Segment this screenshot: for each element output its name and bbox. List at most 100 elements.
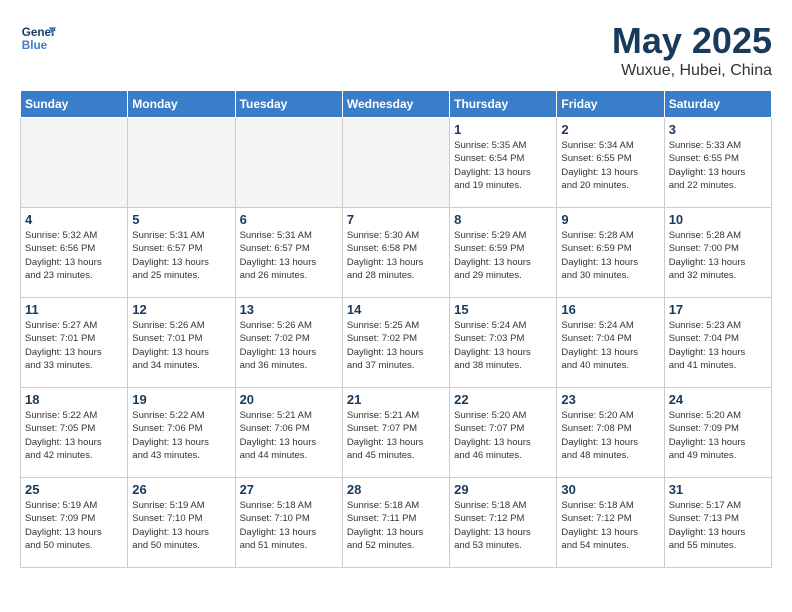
day-number: 31 [669,482,767,497]
day-info: Sunrise: 5:28 AM Sunset: 7:00 PM Dayligh… [669,229,767,282]
logo-icon: General Blue [20,20,56,56]
calendar-cell: 19Sunrise: 5:22 AM Sunset: 7:06 PM Dayli… [128,388,235,478]
calendar-cell: 18 Sunrise: 5:22 AM Sunset: 7:05 PM Dayli… [21,388,128,478]
day-info: Sunrise: 5:21 AM Sunset: 7:07 PM Dayligh… [347,409,445,462]
calendar-cell: 16 Sunrise: 5:24 AM Sunset: 7:04 PM Dayli… [557,298,664,388]
day-info: Sunrise: 5:24 AM Sunset: 7:03 PM Dayligh… [454,319,552,372]
day-number: 29 [454,482,552,497]
logo: General Blue [20,20,56,56]
header-row: SundayMondayTuesdayWednesdayThursdayFrid… [21,91,772,118]
calendar-cell: 30 Sunrise: 5:18 AM Sunset: 7:12 PM Dayli… [557,478,664,568]
day-info: Sunrise: 5:18 AM Sunset: 7:10 PM Dayligh… [240,499,338,552]
day-info: Sunrise: 5:28 AM Sunset: 6:59 PM Dayligh… [561,229,659,282]
day-number: 20 [240,392,338,407]
day-info: Sunrise: 5:25 AM Sunset: 7:02 PM Dayligh… [347,319,445,372]
calendar-cell [235,118,342,208]
calendar-cell [342,118,449,208]
day-number: 7 [347,212,445,227]
calendar-cell [128,118,235,208]
day-info: Sunrise: 5:18 AM Sunset: 7:12 PM Dayligh… [454,499,552,552]
day-number: 21 [347,392,445,407]
title-section: May 2025 Wuxue, Hubei, China [612,20,772,80]
day-number: 4 [25,212,123,227]
day-info: Sunrise: 5:23 AM Sunset: 7:04 PM Dayligh… [669,319,767,372]
day-number: 17 [669,302,767,317]
calendar-cell: 25 Sunrise: 5:19 AM Sunset: 7:09 PM Dayli… [21,478,128,568]
day-number: 23 [561,392,659,407]
calendar-cell: 27 Sunrise: 5:18 AM Sunset: 7:10 PM Dayli… [235,478,342,568]
day-info: Sunrise: 5:32 AM Sunset: 6:56 PM Dayligh… [25,229,123,282]
location-title: Wuxue, Hubei, China [612,62,772,80]
day-number: 9 [561,212,659,227]
day-info: Sunrise: 5:20 AM Sunset: 7:09 PM Dayligh… [669,409,767,462]
day-info: Sunrise: 5:18 AM Sunset: 7:12 PM Dayligh… [561,499,659,552]
day-number: 25 [25,482,123,497]
calendar-cell: 6 Sunrise: 5:31 AM Sunset: 6:57 PM Daylig… [235,208,342,298]
svg-text:Blue: Blue [22,39,48,52]
day-info: Sunrise: 5:29 AM Sunset: 6:59 PM Dayligh… [454,229,552,282]
day-info: Sunrise: 5:21 AM Sunset: 7:06 PM Dayligh… [240,409,338,462]
day-number: 8 [454,212,552,227]
calendar-cell: 15Sunrise: 5:24 AM Sunset: 7:03 PM Dayli… [450,298,557,388]
calendar-cell: 12 Sunrise: 5:26 AM Sunset: 7:01 PM Dayli… [128,298,235,388]
day-info: Sunrise: 5:22 AM Sunset: 7:06 PM Dayligh… [132,409,230,462]
day-number: 16 [561,302,659,317]
day-header-friday: Friday [557,91,664,118]
calendar-cell: 8 Sunrise: 5:29 AM Sunset: 6:59 PM Daylig… [450,208,557,298]
calendar-cell: 22 Sunrise: 5:20 AM Sunset: 7:07 PM Dayli… [450,388,557,478]
calendar-cell: 10Sunrise: 5:28 AM Sunset: 7:00 PM Dayli… [664,208,771,298]
day-header-thursday: Thursday [450,91,557,118]
day-header-wednesday: Wednesday [342,91,449,118]
calendar-cell: 7Sunrise: 5:30 AM Sunset: 6:58 PM Daylig… [342,208,449,298]
day-info: Sunrise: 5:20 AM Sunset: 7:08 PM Dayligh… [561,409,659,462]
calendar-cell: 13Sunrise: 5:26 AM Sunset: 7:02 PM Dayli… [235,298,342,388]
day-info: Sunrise: 5:27 AM Sunset: 7:01 PM Dayligh… [25,319,123,372]
day-info: Sunrise: 5:31 AM Sunset: 6:57 PM Dayligh… [240,229,338,282]
week-row-1: 1Sunrise: 5:35 AM Sunset: 6:54 PM Daylig… [21,118,772,208]
calendar-cell: 21 Sunrise: 5:21 AM Sunset: 7:07 PM Dayli… [342,388,449,478]
day-info: Sunrise: 5:34 AM Sunset: 6:55 PM Dayligh… [561,139,659,192]
day-number: 12 [132,302,230,317]
calendar-cell: 23 Sunrise: 5:20 AM Sunset: 7:08 PM Dayli… [557,388,664,478]
day-info: Sunrise: 5:18 AM Sunset: 7:11 PM Dayligh… [347,499,445,552]
day-number: 3 [669,122,767,137]
week-row-5: 25 Sunrise: 5:19 AM Sunset: 7:09 PM Dayli… [21,478,772,568]
day-info: Sunrise: 5:20 AM Sunset: 7:07 PM Dayligh… [454,409,552,462]
day-number: 26 [132,482,230,497]
day-info: Sunrise: 5:19 AM Sunset: 7:09 PM Dayligh… [25,499,123,552]
day-info: Sunrise: 5:19 AM Sunset: 7:10 PM Dayligh… [132,499,230,552]
day-info: Sunrise: 5:26 AM Sunset: 7:01 PM Dayligh… [132,319,230,372]
day-header-saturday: Saturday [664,91,771,118]
calendar-cell: 3Sunrise: 5:33 AM Sunset: 6:55 PM Daylig… [664,118,771,208]
day-number: 28 [347,482,445,497]
day-header-monday: Monday [128,91,235,118]
week-row-4: 18 Sunrise: 5:22 AM Sunset: 7:05 PM Dayli… [21,388,772,478]
calendar-cell: 17 Sunrise: 5:23 AM Sunset: 7:04 PM Dayli… [664,298,771,388]
day-info: Sunrise: 5:17 AM Sunset: 7:13 PM Dayligh… [669,499,767,552]
day-info: Sunrise: 5:22 AM Sunset: 7:05 PM Dayligh… [25,409,123,462]
day-number: 6 [240,212,338,227]
day-info: Sunrise: 5:31 AM Sunset: 6:57 PM Dayligh… [132,229,230,282]
day-number: 5 [132,212,230,227]
day-number: 14 [347,302,445,317]
calendar-cell: 14 Sunrise: 5:25 AM Sunset: 7:02 PM Dayli… [342,298,449,388]
month-title: May 2025 [612,20,772,62]
calendar-cell: 24Sunrise: 5:20 AM Sunset: 7:09 PM Dayli… [664,388,771,478]
calendar-cell: 5 Sunrise: 5:31 AM Sunset: 6:57 PM Daylig… [128,208,235,298]
day-number: 11 [25,302,123,317]
page-header: General Blue May 2025 Wuxue, Hubei, Chin… [20,20,772,80]
calendar-cell: 11 Sunrise: 5:27 AM Sunset: 7:01 PM Dayli… [21,298,128,388]
day-number: 22 [454,392,552,407]
week-row-3: 11 Sunrise: 5:27 AM Sunset: 7:01 PM Dayli… [21,298,772,388]
day-number: 1 [454,122,552,137]
day-number: 27 [240,482,338,497]
day-info: Sunrise: 5:24 AM Sunset: 7:04 PM Dayligh… [561,319,659,372]
day-number: 2 [561,122,659,137]
calendar-cell: 4 Sunrise: 5:32 AM Sunset: 6:56 PM Daylig… [21,208,128,298]
day-number: 18 [25,392,123,407]
calendar-table: SundayMondayTuesdayWednesdayThursdayFrid… [20,90,772,568]
day-number: 30 [561,482,659,497]
calendar-cell: 9 Sunrise: 5:28 AM Sunset: 6:59 PM Daylig… [557,208,664,298]
calendar-cell: 1Sunrise: 5:35 AM Sunset: 6:54 PM Daylig… [450,118,557,208]
calendar-cell: 20 Sunrise: 5:21 AM Sunset: 7:06 PM Dayli… [235,388,342,478]
